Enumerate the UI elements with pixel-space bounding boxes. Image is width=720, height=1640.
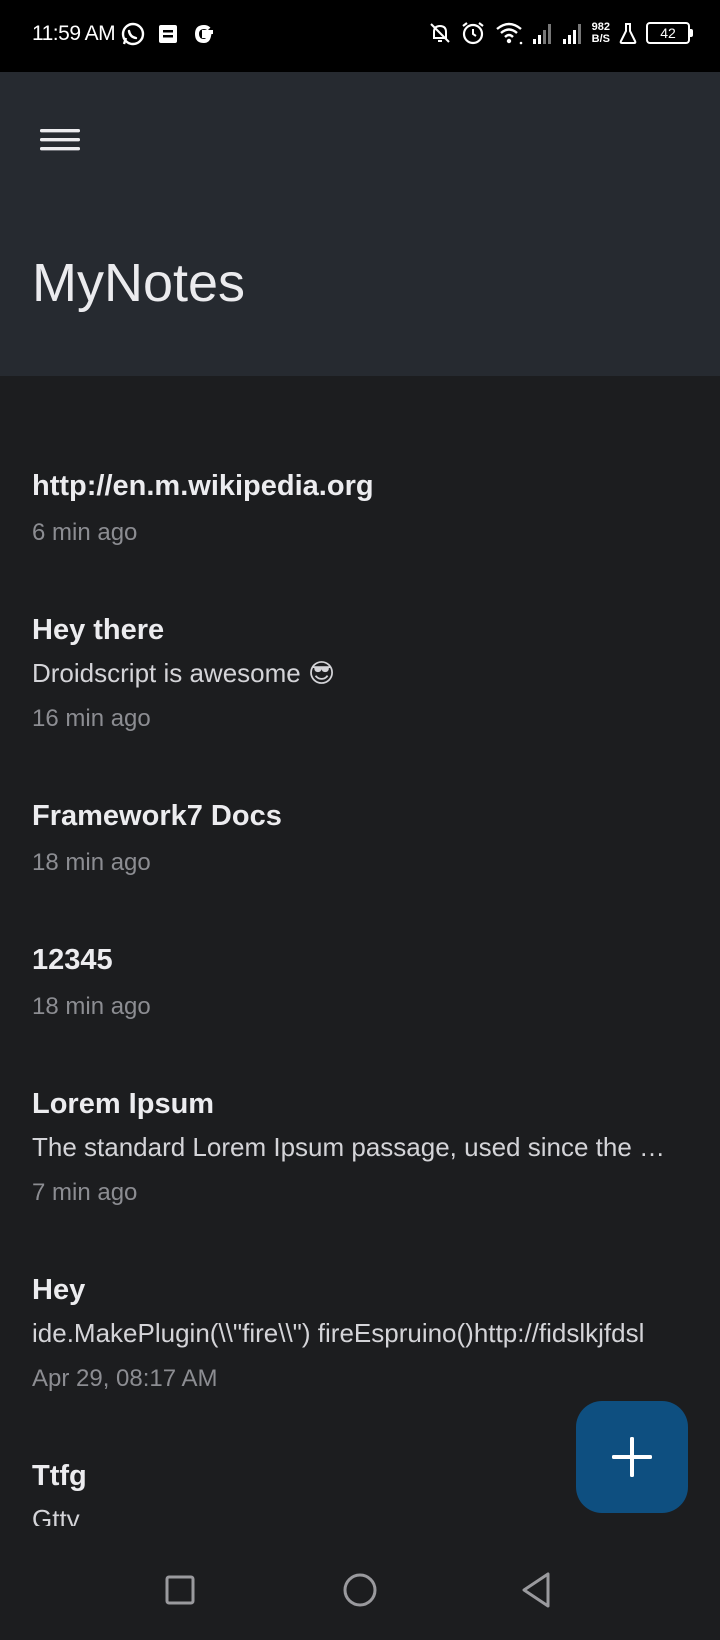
note-title: Lorem Ipsum	[32, 1088, 215, 1120]
add-note-button[interactable]	[576, 1401, 688, 1513]
note-item[interactable]: Hey there Droidscript is awesome 😎 16 mi…	[0, 614, 720, 764]
note-item[interactable]: Framework7 Docs 18 min ago	[0, 800, 720, 920]
signal-icon	[532, 24, 551, 44]
note-title: Hey there	[32, 614, 165, 646]
note-timestamp: 18 min ago	[32, 993, 151, 1020]
status-time: 11:59 AM	[32, 22, 116, 45]
menu-button[interactable]	[28, 115, 92, 165]
note-preview: The standard Lorem Ipsum passage, used s…	[32, 1132, 672, 1162]
system-navigation-bar	[0, 1540, 720, 1640]
note-timestamp: 18 min ago	[32, 849, 151, 876]
flask-icon	[619, 23, 637, 44]
page-title: MyNotes	[32, 253, 246, 313]
note-timestamp: 16 min ago	[32, 705, 151, 732]
network-speed: 982 B/S	[592, 21, 610, 45]
signal-icon	[562, 24, 581, 44]
status-bar: 11:59 AM 982 B/S 42	[0, 0, 720, 72]
home-circle-icon	[343, 1573, 377, 1607]
wifi-icon	[495, 22, 522, 45]
battery-level: 42	[660, 25, 676, 41]
note-timestamp: Apr 29, 08:17 AM	[32, 1365, 218, 1392]
note-timestamp: 6 min ago	[32, 519, 138, 546]
app-header: MyNotes	[0, 72, 720, 376]
note-title: http://en.m.wikipedia.org	[32, 470, 374, 502]
home-button[interactable]	[332, 1562, 388, 1618]
back-button[interactable]	[510, 1562, 566, 1618]
hamburger-menu-icon	[40, 129, 80, 151]
note-title: 12345	[32, 944, 113, 976]
note-item[interactable]: Lorem Ipsum The standard Lorem Ipsum pas…	[0, 1088, 720, 1238]
note-item[interactable]: http://en.m.wikipedia.org 6 min ago	[0, 470, 720, 590]
network-speed-value: 982	[591, 21, 610, 33]
note-timestamp: 7 min ago	[32, 1179, 138, 1206]
note-list: http://en.m.wikipedia.org 6 min ago Hey …	[0, 376, 720, 1526]
note-preview: ide.MakePlugin(\\"fire\\") fireEspruino(…	[32, 1318, 645, 1348]
notifications-off-icon	[429, 23, 450, 43]
note-title: Ttfg	[32, 1460, 87, 1492]
whatsapp-icon	[121, 22, 145, 46]
note-item[interactable]: 12345 18 min ago	[0, 944, 720, 1064]
note-title: Framework7 Docs	[32, 800, 282, 832]
battery-icon: 42	[646, 22, 693, 44]
alarm-icon	[461, 22, 484, 45]
note-preview: Droidscript is awesome 😎	[32, 658, 336, 688]
recents-button[interactable]	[152, 1562, 208, 1618]
google-icon	[194, 24, 213, 44]
notification-card-icon	[159, 25, 177, 43]
back-triangle-icon	[522, 1572, 550, 1608]
status-left-icons	[120, 20, 218, 48]
note-title: Hey	[32, 1274, 86, 1306]
status-right-icons: 982 B/S 42	[428, 20, 693, 46]
plus-icon	[612, 1437, 652, 1477]
recents-square-icon	[165, 1575, 195, 1605]
network-speed-unit: B/S	[591, 33, 610, 45]
